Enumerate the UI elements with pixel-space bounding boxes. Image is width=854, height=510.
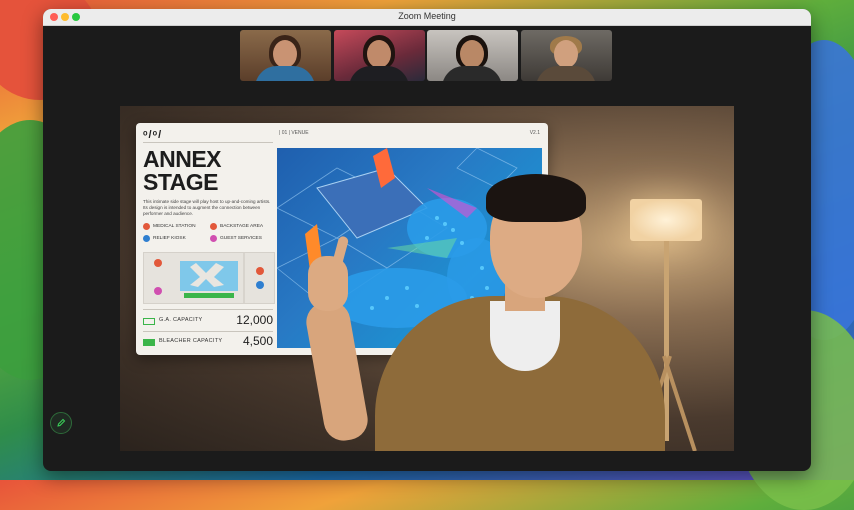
slide-title-line-1: ANNEX <box>143 146 222 172</box>
bleacher-capacity-value: 4,500 <box>242 334 273 348</box>
slide-section: | 01 | VENUE <box>279 130 309 136</box>
ga-capacity-value: 12,000 <box>236 313 273 327</box>
participant-video-4[interactable] <box>521 30 612 81</box>
legend-guest-services: GUEST SERVICES <box>210 235 262 242</box>
ga-capacity-row: G.A. CAPACITY 12,000 <box>143 313 273 331</box>
zoom-meeting-window: Zoom Meeting ᵒ/ᵒ/ | 01 | VENUE V2.1 ANNE… <box>43 9 811 471</box>
slide-description: This intimate side stage will play host … <box>143 199 271 216</box>
slide-logo: ᵒ/ᵒ/ <box>143 129 163 141</box>
participant-video-2[interactable] <box>334 30 425 81</box>
title-bar: Zoom Meeting <box>43 9 811 26</box>
slide-code: V2.1 <box>529 130 540 136</box>
participant-video-3[interactable] <box>427 30 518 81</box>
legend-relief-kiosk: RELIEF KIOSK <box>143 235 186 242</box>
main-video-stage: ᵒ/ᵒ/ | 01 | VENUE V2.1 ANNEX STAGE This … <box>120 106 734 451</box>
legend-backstage-area: BACKSTAGE AREA <box>210 223 263 230</box>
pencil-icon <box>57 418 66 427</box>
participant-video-1[interactable] <box>240 30 331 81</box>
slide-title-line-2: STAGE <box>143 169 219 195</box>
floor-lamp <box>630 199 702 241</box>
bleacher-capacity-row: BLEACHER CAPACITY 4,500 <box>143 334 273 352</box>
annotate-button[interactable] <box>50 412 72 434</box>
legend-medical-station: MEDICAL STATION <box>143 223 196 230</box>
window-title: Zoom Meeting <box>398 11 456 21</box>
venue-minimap <box>143 252 275 304</box>
